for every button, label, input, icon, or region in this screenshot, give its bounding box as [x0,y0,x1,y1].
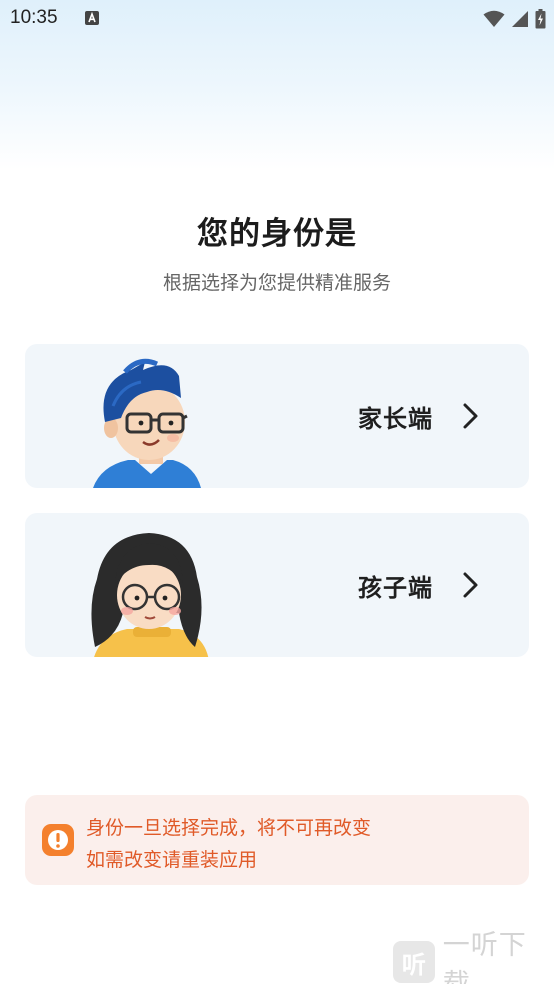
child-avatar-illustration [91,533,209,657]
chevron-right-icon [463,572,478,598]
watermark-text: 一听下载 [442,930,527,984]
watermark-logo: 听 [393,941,435,983]
wifi-icon [483,10,505,27]
keyboard-a-icon [85,11,99,25]
cellular-signal-icon [512,11,528,27]
status-icons [483,8,546,30]
child-role-label: 孩子端 [358,574,433,602]
parent-role-label: 家长端 [358,405,433,433]
battery-charging-icon [535,9,546,29]
warning-notice: 身份一旦选择完成，将不可再改变 如需改变请重装应用 [25,795,529,885]
notice-text-line-2: 如需改变请重装应用 [86,849,258,871]
warning-exclamation-icon [42,824,74,856]
child-role-card[interactable]: 孩子端 [25,513,529,657]
parent-role-card[interactable]: 家长端 [25,344,529,488]
page-title: 您的身份是 [197,216,357,252]
status-bar: 10:35 [0,0,554,40]
watermark: 听 一听下载 [393,930,554,984]
page-subtitle: 根据选择为您提供精准服务 [162,272,391,294]
identity-select-screen: 10:35 您的身份是 根据选择为您提供精准服务 家长端 孩子端 身份一旦选择完… [0,0,554,984]
status-time: 10:35 [10,7,58,28]
chevron-right-icon [463,403,478,429]
parent-avatar-illustration [93,358,201,488]
notice-text-line-1: 身份一旦选择完成，将不可再改变 [86,817,372,839]
